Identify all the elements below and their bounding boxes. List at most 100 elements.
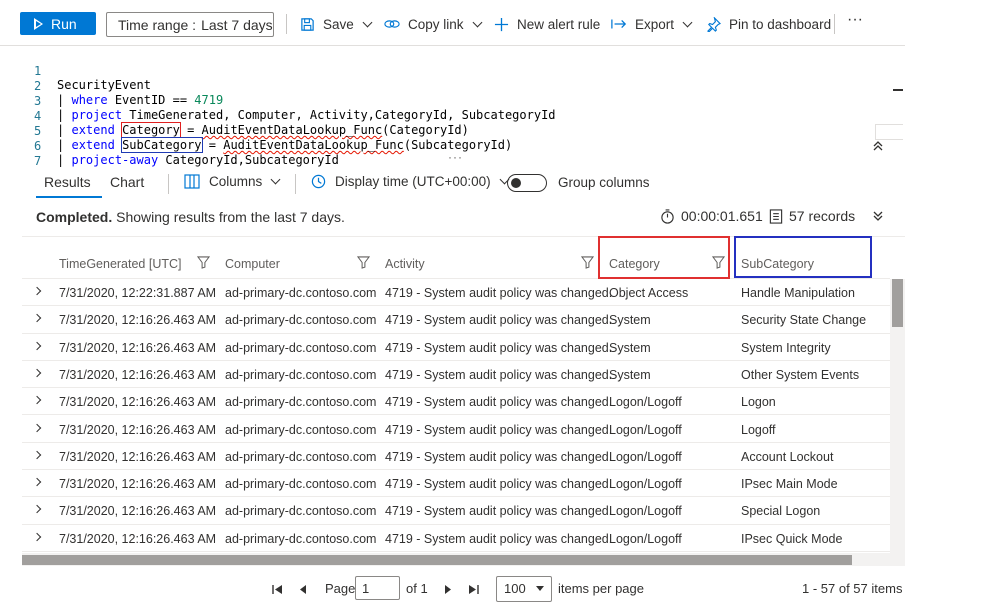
- table-row[interactable]: 7/31/2020, 12:16:26.463 AM ad-primary-dc.…: [22, 470, 890, 498]
- page-number-input[interactable]: 1: [355, 576, 400, 600]
- previous-page-icon[interactable]: [299, 584, 307, 595]
- cell-category: Logon/Logoff: [609, 477, 682, 492]
- cell-category: System: [609, 313, 651, 328]
- toolbar-divider: [286, 14, 287, 34]
- chevron-right-icon[interactable]: [32, 395, 42, 405]
- table-row[interactable]: 7/31/2020, 12:16:26.463 AM ad-primary-dc.…: [22, 361, 890, 389]
- pagination: Page 1 of 1 100 items per page 1 - 57 of…: [0, 572, 905, 606]
- new-alert-rule-label: New alert rule: [517, 16, 601, 32]
- expand-all-button[interactable]: [872, 210, 890, 222]
- more-icon: ···: [847, 11, 863, 28]
- table-row[interactable]: 7/31/2020, 12:16:26.463 AM ad-primary-dc.…: [22, 497, 890, 525]
- horizontal-scroll-thumb[interactable]: [22, 555, 852, 565]
- chevron-right-icon[interactable]: [32, 450, 42, 460]
- horizontal-scrollbar[interactable]: [22, 553, 905, 566]
- pin-icon: [707, 16, 721, 32]
- vertical-scrollbar[interactable]: [890, 279, 905, 553]
- table-row[interactable]: 7/31/2020, 12:16:26.463 AM ad-primary-dc.…: [22, 416, 890, 443]
- group-columns-toggle[interactable]: [507, 174, 547, 192]
- chevron-right-icon[interactable]: [32, 477, 42, 487]
- cell-computer: ad-primary-dc.contoso.com: [225, 313, 377, 328]
- cell-computer: ad-primary-dc.contoso.com: [225, 395, 377, 410]
- record-count: 57 records: [769, 208, 855, 224]
- run-button[interactable]: Run: [20, 12, 96, 35]
- filter-icon[interactable]: [581, 256, 594, 269]
- export-button[interactable]: Export: [611, 14, 693, 34]
- cell-computer: ad-primary-dc.contoso.com: [225, 286, 377, 300]
- cell-activity: 4719 - System audit policy was changed.: [385, 367, 613, 382]
- display-time-label: Display time (UTC+00:00): [335, 174, 491, 189]
- code-line: 3 | project TimeGenerated, Computer, Act…: [34, 94, 556, 122]
- tab-results[interactable]: Results: [44, 174, 91, 190]
- items-per-page-label: items per page: [558, 581, 644, 596]
- cell-subcategory: Security State Change: [741, 313, 867, 328]
- table-row[interactable]: 7/31/2020, 12:22:31.887 AM ad-primary-dc.…: [22, 279, 890, 307]
- time-range-value: Last 7 days: [201, 16, 273, 33]
- editor-minimap-box: [875, 124, 903, 140]
- columns-icon: [184, 174, 200, 189]
- table-row[interactable]: 7/31/2020, 12:16:26.463 AM ad-primary-dc.…: [22, 388, 890, 416]
- display-time-button[interactable]: Display time (UTC+00:00): [311, 174, 510, 189]
- new-alert-rule-button[interactable]: New alert rule: [494, 14, 600, 34]
- chevron-right-icon[interactable]: [32, 286, 42, 296]
- collapse-editor-icon[interactable]: [872, 140, 884, 155]
- query-duration: 00:00:01.651: [660, 208, 763, 224]
- header-activity[interactable]: Activity: [385, 257, 425, 271]
- export-arrow-icon: [611, 19, 627, 29]
- category-header-highlight: [598, 236, 730, 279]
- chevron-down-icon: [270, 174, 281, 185]
- results-grid: TimeGenerated [UTC] Computer Activity Ca…: [22, 236, 905, 566]
- table-row[interactable]: 7/31/2020, 12:16:26.463 AM ad-primary-dc.…: [22, 334, 890, 361]
- time-range-label: Time range :: [118, 16, 197, 33]
- header-timegenerated[interactable]: TimeGenerated [UTC]: [59, 257, 182, 271]
- items-per-page-select[interactable]: 100: [496, 576, 552, 602]
- first-page-icon[interactable]: [272, 584, 283, 595]
- cell-category: Logon/Logoff: [609, 449, 682, 464]
- code-line: 5 | extend SubCategory = AuditEventDataL…: [34, 124, 513, 153]
- cell-computer: ad-primary-dc.contoso.com: [225, 422, 377, 437]
- filter-icon[interactable]: [197, 256, 210, 269]
- table-row[interactable]: 7/31/2020, 12:16:26.463 AM ad-primary-dc.…: [22, 525, 890, 552]
- query-editor[interactable]: 1 SecurityEvent 2 | where EventID == 471…: [20, 47, 905, 168]
- copy-link-label: Copy link: [408, 16, 464, 32]
- cell-timegenerated: 7/31/2020, 12:16:26.463 AM: [59, 340, 217, 355]
- tab-chart[interactable]: Chart: [110, 174, 144, 190]
- cell-computer: ad-primary-dc.contoso.com: [225, 477, 377, 492]
- pin-to-dashboard-button[interactable]: Pin to dashboard: [706, 14, 831, 34]
- run-label: Run: [51, 15, 77, 32]
- save-icon: [301, 17, 314, 31]
- chevron-right-icon[interactable]: [32, 423, 42, 432]
- filter-icon[interactable]: [357, 256, 370, 269]
- copy-link-button[interactable]: Copy link: [384, 14, 482, 34]
- chevron-right-icon[interactable]: [32, 505, 42, 514]
- cell-category: Logon/Logoff: [609, 422, 682, 437]
- columns-button[interactable]: Columns: [184, 174, 281, 189]
- cell-category: System: [609, 367, 651, 382]
- more-options-button[interactable]: ···: [847, 10, 863, 30]
- header-computer[interactable]: Computer: [225, 257, 280, 271]
- save-button[interactable]: Save: [300, 14, 373, 34]
- table-row[interactable]: 7/31/2020, 12:16:26.463 AM ad-primary-dc.…: [22, 443, 890, 471]
- vertical-scroll-thumb[interactable]: [892, 279, 903, 327]
- page-count-label: of 1: [406, 581, 428, 596]
- chevron-right-icon[interactable]: [32, 368, 42, 378]
- play-icon: [34, 17, 43, 30]
- last-page-icon[interactable]: [468, 584, 479, 595]
- group-columns-label: Group columns: [558, 175, 650, 190]
- columns-label: Columns: [209, 174, 263, 189]
- cell-timegenerated: 7/31/2020, 12:22:31.887 AM: [59, 286, 217, 300]
- cell-activity: 4719 - System audit policy was changed.: [385, 340, 613, 355]
- time-range-picker[interactable]: Time range : Last 7 days: [106, 12, 274, 37]
- chevron-right-icon[interactable]: [32, 341, 42, 350]
- chevron-right-icon[interactable]: [32, 314, 42, 323]
- cell-subcategory: IPsec Main Mode: [741, 477, 838, 492]
- cell-category: Logon/Logoff: [609, 504, 682, 519]
- cell-timegenerated: 7/31/2020, 12:16:26.463 AM: [59, 449, 217, 464]
- chevron-down-icon: [682, 17, 693, 27]
- records-icon: [769, 208, 783, 224]
- cell-activity: 4719 - System audit policy was changed.: [385, 395, 613, 410]
- chevron-right-icon[interactable]: [32, 532, 42, 541]
- next-page-icon[interactable]: [444, 584, 452, 595]
- chevron-down-icon: [536, 586, 544, 591]
- table-row[interactable]: 7/31/2020, 12:16:26.463 AM ad-primary-dc.…: [22, 306, 890, 334]
